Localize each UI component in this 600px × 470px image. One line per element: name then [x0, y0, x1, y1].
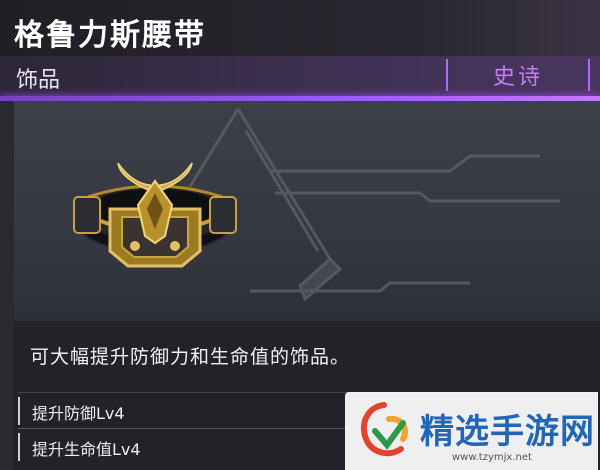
stat-label: 提升防御Lv4: [32, 404, 125, 423]
rarity-badge: 史诗: [446, 59, 590, 91]
category-bar: 饰品 史诗: [0, 56, 600, 96]
item-description: 可大幅提升防御力和生命值的饰品。: [30, 346, 351, 368]
item-detail-card: 格鲁力斯腰带 饰品 史诗 可大幅提升防御力和生命值的饰品。 提升防御Lv4 提升…: [0, 0, 600, 470]
stat-label: 提升生命值Lv4: [32, 440, 141, 459]
item-name: 格鲁力斯腰带: [14, 18, 206, 53]
rarity-label: 史诗: [492, 65, 543, 90]
item-artwork: [73, 108, 560, 302]
title-bar: 格鲁力斯腰带: [0, 0, 600, 56]
item-art-panel: [0, 101, 600, 321]
item-category: 饰品: [16, 68, 61, 93]
left-edge-shade: [0, 101, 14, 470]
watermark-url: www.tzymjx.net: [452, 452, 532, 463]
watermark-brand: 精选手游网: [420, 412, 595, 452]
belt-icon: [73, 162, 237, 268]
watermark-logo-icon: [360, 402, 409, 457]
